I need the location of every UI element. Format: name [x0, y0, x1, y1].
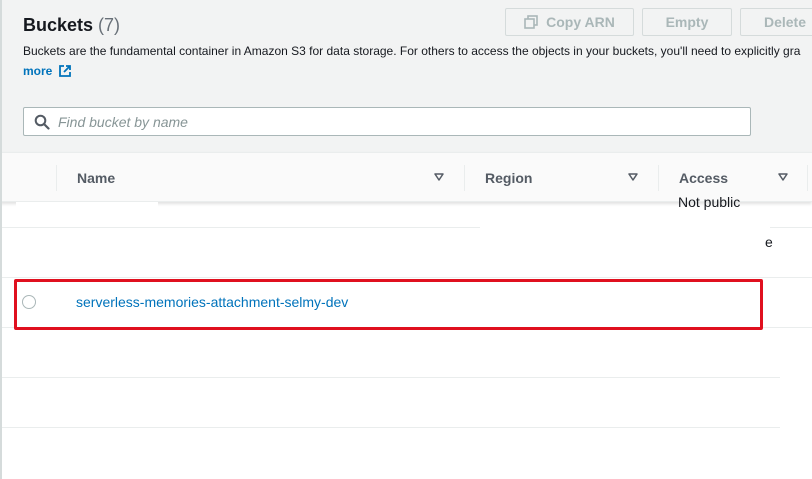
bucket-name-link[interactable]: serverless-memories-attachment-selmy-dev: [76, 294, 348, 310]
column-separator: [658, 165, 659, 191]
row-select-radio[interactable]: [22, 295, 36, 309]
column-name-label: Name: [77, 170, 116, 186]
external-link-icon: [59, 65, 72, 77]
row-divider: [770, 227, 812, 228]
copy-icon: [524, 15, 538, 29]
column-region-label: Region: [485, 170, 533, 186]
search-input[interactable]: [58, 113, 738, 130]
row-divider: [0, 227, 480, 228]
sort-down-icon[interactable]: [628, 172, 638, 182]
column-separator: [464, 165, 465, 191]
column-header-name[interactable]: Name: [77, 153, 457, 203]
access-cell-partial: Not public: [678, 194, 741, 210]
column-separator: [807, 165, 808, 191]
bucket-table-body: Not public e: [0, 194, 812, 479]
delete-label: Delete: [763, 14, 807, 30]
empty-label: Empty: [665, 14, 709, 30]
row-divider: [0, 327, 812, 328]
panel-left-border: [0, 0, 2, 479]
copy-arn-label: Copy ARN: [546, 14, 615, 30]
learn-more-label: more: [23, 64, 53, 78]
buckets-header: Buckets (7) Copy ARN Empty Delete Bucket…: [0, 0, 812, 152]
search-icon: [34, 114, 50, 130]
buckets-description: Buckets are the fundamental container in…: [23, 44, 801, 58]
column-header-region[interactable]: Region: [485, 153, 655, 203]
empty-button[interactable]: Empty: [642, 8, 732, 36]
title-text: Buckets: [23, 15, 94, 35]
s3-buckets-page: Buckets (7) Copy ARN Empty Delete Bucket…: [0, 0, 812, 479]
bucket-search-field[interactable]: [23, 107, 751, 136]
sort-down-icon[interactable]: [434, 172, 444, 182]
column-access-label: Access: [679, 170, 729, 186]
page-title: Buckets (7): [23, 15, 120, 36]
row-divider: [0, 277, 812, 278]
access-cell-partial: e: [765, 234, 773, 250]
bucket-count: (7): [98, 15, 121, 35]
copy-arn-button[interactable]: Copy ARN: [505, 8, 634, 36]
sort-down-icon[interactable]: [778, 172, 788, 182]
row-mask: [16, 202, 158, 222]
row-divider: [0, 377, 780, 378]
column-separator: [56, 165, 57, 191]
delete-button[interactable]: Delete: [740, 8, 812, 36]
row-divider: [0, 427, 780, 428]
learn-more-link[interactable]: more: [23, 64, 72, 78]
